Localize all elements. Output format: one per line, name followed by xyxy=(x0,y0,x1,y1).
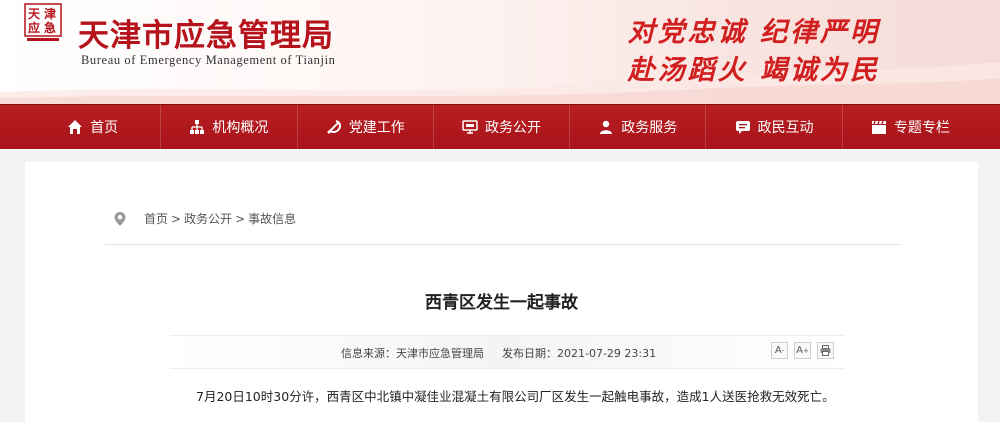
breadcrumb-divider xyxy=(105,244,900,245)
site-title[interactable]: 天津市应急管理局 xyxy=(78,10,334,55)
nav-item-government-affairs[interactable]: 政务公开 xyxy=(432,105,569,149)
breadcrumb-home[interactable]: 首页 xyxy=(144,210,168,227)
user-service-icon xyxy=(600,120,613,134)
svg-text:应: 应 xyxy=(28,20,40,35)
org-chart-icon xyxy=(190,120,205,134)
article-tools: A- A + xyxy=(765,342,834,359)
date-value: 2021-07-29 23:31 xyxy=(557,347,657,360)
breadcrumb: 首页 > 政务公开 > 事故信息 xyxy=(113,210,296,227)
clapperboard-icon xyxy=(871,120,886,134)
home-icon xyxy=(68,120,83,134)
nav-item-public-interaction[interactable]: 政民互动 xyxy=(705,105,841,149)
article-meta: 信息来源：天津市应急管理局 发布日期：2021-07-29 23:31 xyxy=(341,345,656,361)
site-title-english: Bureau of Emergency Management of Tianji… xyxy=(81,53,336,67)
nav-item-label: 政民互动 xyxy=(757,120,814,136)
breadcrumb-accident-info[interactable]: 事故信息 xyxy=(248,210,296,227)
nav-item-label: 政务公开 xyxy=(484,120,541,136)
nav-item-party-building[interactable]: 党建工作 xyxy=(296,105,433,149)
content-panel: 首页 > 政务公开 > 事故信息 西青区发生一起事故 信息来源：天津市应急管理局… xyxy=(25,162,978,422)
breadcrumb-separator: > xyxy=(235,211,246,226)
source-value: 天津市应急管理局 xyxy=(396,347,484,360)
nav-item-label: 首页 xyxy=(90,120,119,136)
svg-text:津: 津 xyxy=(44,6,56,21)
font-increase-button[interactable]: A + xyxy=(794,342,811,359)
site-header: 天 津 应 急 天津市应急管理局 Bureau of Emergency Man… xyxy=(0,0,1000,104)
print-button[interactable] xyxy=(817,342,834,359)
slogan-line-2: 赴汤蹈火 竭诚为民 xyxy=(627,55,880,86)
article-title: 西青区发生一起事故 xyxy=(425,293,578,313)
font-decrease-label: A xyxy=(774,345,782,356)
nav-item-special-topics[interactable]: 专题专栏 xyxy=(841,105,978,149)
source-label: 信息来源： xyxy=(341,347,396,360)
breadcrumb-separator: > xyxy=(171,211,182,226)
font-decrease-button[interactable]: A- xyxy=(771,342,788,359)
monitor-icon xyxy=(462,120,478,134)
svg-text:急: 急 xyxy=(44,20,56,35)
nav-item-government-services[interactable]: 政务服务 xyxy=(569,105,705,149)
nav-item-home[interactable]: 首页 xyxy=(25,105,160,149)
chat-icon xyxy=(735,121,750,134)
nav-item-label: 专题专栏 xyxy=(893,120,950,136)
print-icon xyxy=(820,345,831,356)
tianjin-emblem-logo: 天 津 应 急 xyxy=(24,3,62,41)
main-nav: 首页 机构概况 党建工作 政务公开 政务服务 政民互动 专题专栏 xyxy=(0,104,1000,149)
article-body-paragraph: 7月20日10时30分许，西青区中北镇中凝佳业混凝土有限公司厂区发生一起触电事故… xyxy=(196,389,835,404)
nav-item-label: 党建工作 xyxy=(348,120,405,136)
location-pin-icon xyxy=(114,211,126,226)
svg-text:天: 天 xyxy=(28,7,41,21)
nav-item-label: 政务服务 xyxy=(621,120,678,136)
party-emblem-icon xyxy=(326,120,341,134)
date-label: 发布日期： xyxy=(502,347,557,360)
article-meta-bar: 信息来源：天津市应急管理局 发布日期：2021-07-29 23:31 A- A + xyxy=(170,335,845,369)
nav-item-organization[interactable]: 机构概况 xyxy=(160,105,296,149)
nav-item-label: 机构概况 xyxy=(212,120,269,136)
font-increase-label: A xyxy=(796,345,803,356)
breadcrumb-government-affairs[interactable]: 政务公开 xyxy=(184,210,232,227)
slogan-line-1: 对党忠诚 纪律严明 xyxy=(627,17,880,48)
